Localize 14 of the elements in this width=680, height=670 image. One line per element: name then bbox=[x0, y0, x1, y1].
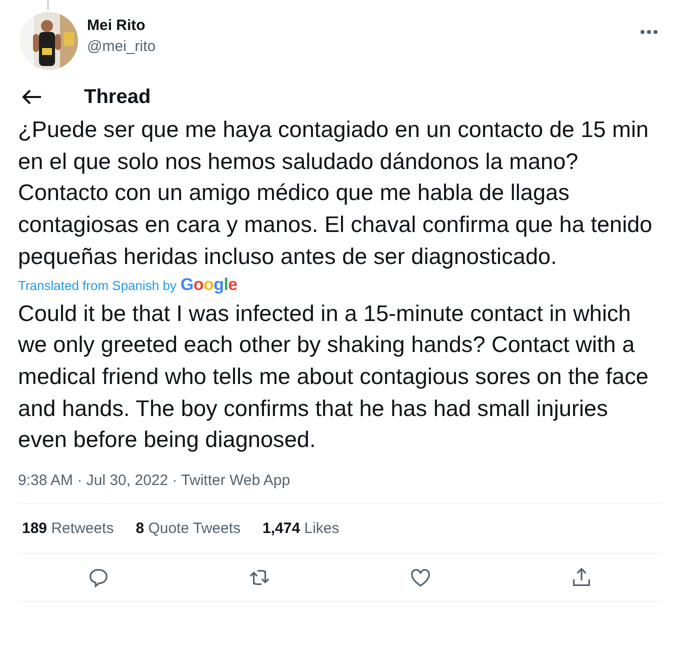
more-icon[interactable] bbox=[640, 29, 658, 35]
translated-text: Could it be that I was infected in a 15-minute contact in which we only greeted each other by shaking hands? Contact with a medical friend who tells me about contagious sores on the face and hands. The boy confirms that he has had small injuries even before being diagnosed. bbox=[18, 300, 650, 454]
stat-link[interactable]: 189 Retweets bbox=[22, 520, 114, 538]
tweet-timestamp[interactable]: 9:38 AM · Jul 30, 2022 · Twitter Web App bbox=[18, 472, 290, 490]
header-title: Thread bbox=[84, 86, 151, 108]
original-text: ¿Puede ser que me haya contagiado en un contacto de 15 min en el que solo nos hemos saludado dándonos la mano? Contacto con un amigo médico que me habla de llagas contagiosas en cara y manos. El chaval confirma que ha tenido pequeñas heridas incluso antes de ser diagnosticado. bbox=[18, 116, 654, 271]
author-name[interactable]: Mei Rito bbox=[87, 17, 156, 34]
back-arrow-icon[interactable] bbox=[22, 89, 42, 105]
stat-link[interactable]: 1,474 Likes bbox=[262, 520, 340, 538]
author-handle[interactable]: @mei_rito bbox=[87, 38, 156, 55]
translation-brand: Google bbox=[180, 274, 238, 295]
stat-link[interactable]: 8 Quote Tweets bbox=[136, 520, 241, 538]
heart-icon[interactable] bbox=[409, 566, 432, 590]
reply-icon[interactable] bbox=[87, 566, 110, 590]
